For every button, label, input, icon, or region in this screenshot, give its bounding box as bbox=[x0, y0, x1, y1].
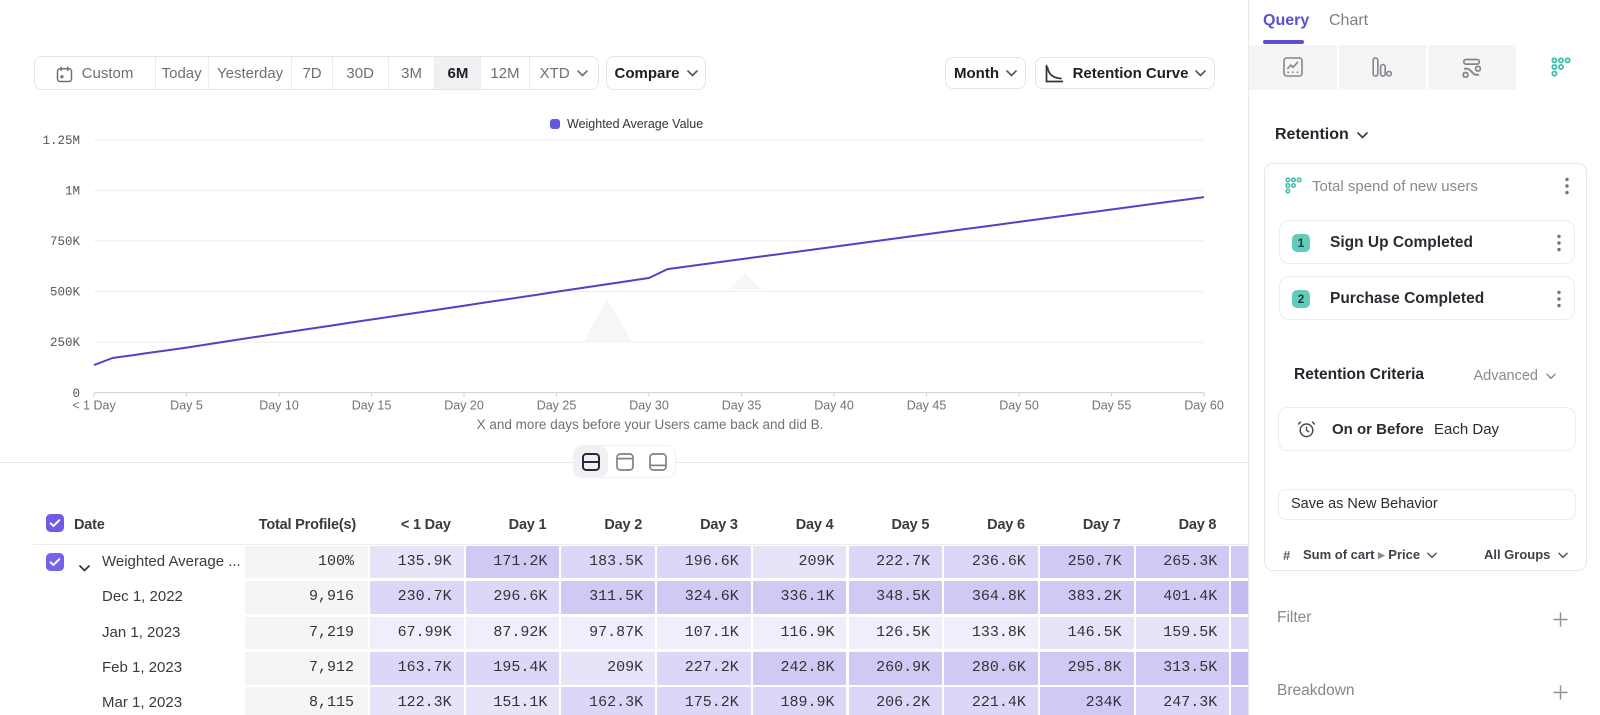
svg-text:750K: 750K bbox=[50, 235, 81, 249]
svg-text:500K: 500K bbox=[50, 286, 81, 300]
svg-text:Day 25: Day 25 bbox=[537, 399, 577, 413]
svg-text:Day 10: Day 10 bbox=[259, 399, 299, 413]
svg-text:< 1 Day: < 1 Day bbox=[72, 399, 116, 413]
svg-text:Day 50: Day 50 bbox=[999, 399, 1039, 413]
svg-text:Day 40: Day 40 bbox=[814, 399, 854, 413]
svg-text:Day 15: Day 15 bbox=[352, 399, 392, 413]
svg-text:Day 20: Day 20 bbox=[444, 399, 484, 413]
svg-text:1.25M: 1.25M bbox=[42, 134, 80, 148]
svg-text:Day 30: Day 30 bbox=[629, 399, 669, 413]
svg-text:Day 60: Day 60 bbox=[1184, 399, 1224, 413]
svg-text:Day 35: Day 35 bbox=[722, 399, 762, 413]
svg-text:250K: 250K bbox=[50, 336, 81, 350]
svg-text:1M: 1M bbox=[65, 185, 80, 199]
svg-text:Day 5: Day 5 bbox=[170, 399, 203, 413]
svg-text:Day 45: Day 45 bbox=[907, 399, 947, 413]
svg-text:Day 55: Day 55 bbox=[1092, 399, 1132, 413]
